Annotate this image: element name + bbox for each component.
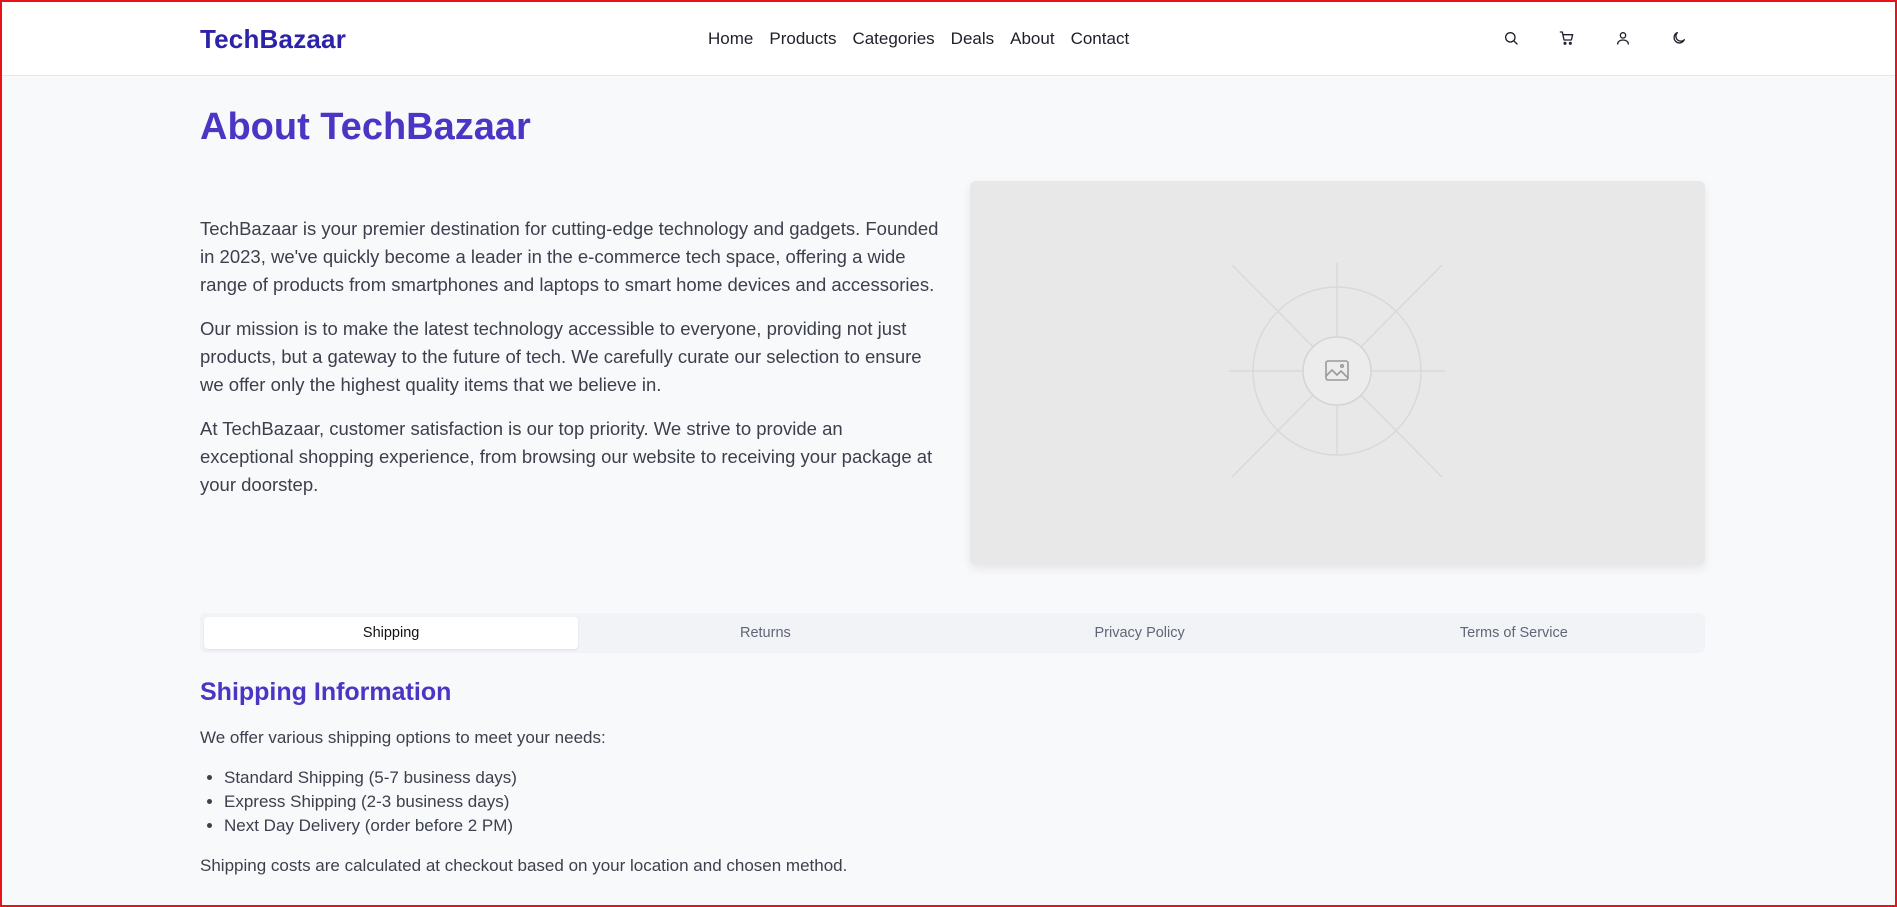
moon-icon[interactable]: [1669, 28, 1689, 48]
nav-deals[interactable]: Deals: [951, 29, 994, 49]
nav-home[interactable]: Home: [708, 29, 753, 49]
tab-privacy-policy[interactable]: Privacy Policy: [953, 617, 1327, 649]
about-description: TechBazaar is your premier destination f…: [200, 215, 940, 515]
main-nav: Home Products Categories Deals About Con…: [708, 29, 1129, 49]
shipping-title: Shipping Information: [200, 678, 452, 706]
about-paragraph: At TechBazaar, customer satisfaction is …: [200, 418, 933, 495]
nav-about[interactable]: About: [1010, 29, 1054, 49]
shipping-outro: Shipping costs are calculated at checkou…: [200, 856, 848, 875]
tab-returns[interactable]: Returns: [578, 617, 952, 649]
nav-products[interactable]: Products: [769, 29, 836, 49]
search-icon[interactable]: [1501, 28, 1521, 48]
tab-shipping[interactable]: Shipping: [204, 617, 579, 649]
brand-logo[interactable]: TechBazaar: [200, 24, 346, 55]
page-title: About TechBazaar: [200, 106, 531, 148]
about-paragraph: Our mission is to make the latest techno…: [200, 318, 922, 395]
shipping-intro: We offer various shipping options to mee…: [200, 728, 606, 747]
list-item: Standard Shipping (5-7 business days): [224, 766, 517, 790]
shipping-options-list: Standard Shipping (5-7 business days) Ex…: [224, 766, 517, 838]
about-image-placeholder: [970, 181, 1705, 565]
cart-icon[interactable]: [1557, 28, 1577, 48]
nav-contact[interactable]: Contact: [1071, 29, 1130, 49]
list-item: Express Shipping (2-3 business days): [224, 790, 517, 814]
image-placeholder-icon: [1229, 263, 1445, 478]
top-navbar: TechBazaar Home Products Categories Deal…: [2, 2, 1895, 76]
nav-categories[interactable]: Categories: [852, 29, 934, 49]
header-actions: [1501, 28, 1689, 48]
user-icon[interactable]: [1613, 28, 1633, 48]
info-tabs: Shipping Returns Privacy Policy Terms of…: [200, 613, 1705, 653]
about-paragraph: TechBazaar is your premier destination f…: [200, 218, 939, 295]
list-item: Next Day Delivery (order before 2 PM): [224, 814, 517, 838]
tab-terms-of-service[interactable]: Terms of Service: [1327, 617, 1701, 649]
